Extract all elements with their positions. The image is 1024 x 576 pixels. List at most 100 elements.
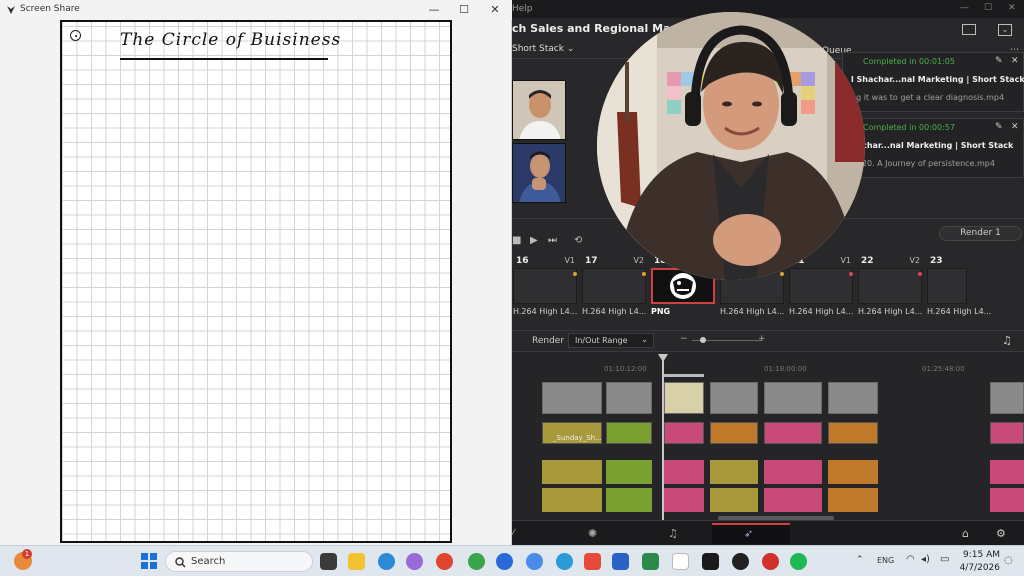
clip-number: 23 <box>930 256 943 266</box>
clip-22[interactable]: 22 V2 H.264 High L4... <box>857 254 926 322</box>
screen-share-logo-icon <box>7 6 15 14</box>
skip-forward-icon[interactable]: ⏭ <box>548 235 557 246</box>
spotify-icon[interactable] <box>790 553 807 570</box>
clip-17[interactable]: 17 V2 H.264 High L4... <box>581 254 650 322</box>
audio-clip[interactable] <box>606 460 652 484</box>
render-job-1[interactable]: Completed in 00:01:05 ✎ ✕ l Shachar...na… <box>842 52 1024 112</box>
davinci-resolve-icon[interactable] <box>702 553 719 570</box>
timeline-video-clip[interactable] <box>710 422 758 444</box>
render-button[interactable]: Render 1 <box>939 226 1022 241</box>
chrome-icon[interactable] <box>436 553 453 570</box>
excel-icon[interactable] <box>642 553 659 570</box>
zoom-out-icon[interactable]: − <box>680 334 688 344</box>
chevron-up-icon[interactable]: ⌃ <box>856 555 864 565</box>
fairlight-page-icon[interactable]: ♫ <box>668 527 678 540</box>
window-minimize-icon[interactable]: — <box>960 3 969 13</box>
timeline-video-clip[interactable] <box>828 422 878 444</box>
task-view-icon[interactable] <box>320 553 337 570</box>
edge-browser-icon[interactable] <box>378 553 395 570</box>
gear-icon[interactable]: ⚙ <box>996 527 1006 540</box>
chrome-profile-3-icon[interactable] <box>496 553 513 570</box>
taskbar-time[interactable]: 9:15 AM <box>960 550 1000 560</box>
audio-clip[interactable] <box>542 460 602 484</box>
close-button[interactable]: ✕ <box>485 3 505 17</box>
timeline-selector[interactable]: Short Stack ⌄ <box>512 44 574 54</box>
render-job-2[interactable]: Completed in 00:00:57 ✎ ✕ hachar...nal M… <box>842 118 1024 178</box>
zoom-slider-handle[interactable] <box>700 337 706 343</box>
language-indicator[interactable]: ENG <box>877 556 894 565</box>
video-clip[interactable] <box>764 382 822 414</box>
creative-app-icon[interactable] <box>584 553 601 570</box>
remove-job-icon[interactable]: ✕ <box>1011 122 1019 132</box>
render-range-select[interactable]: In/Out Range ⌄ <box>568 333 654 348</box>
window-close-icon[interactable]: ✕ <box>1008 3 1016 13</box>
volume-icon[interactable]: ◂) <box>921 554 930 565</box>
audio-clip[interactable] <box>990 460 1024 484</box>
recorder-app-icon[interactable] <box>762 553 779 570</box>
remove-job-icon[interactable]: ✕ <box>1011 56 1019 66</box>
video-clip[interactable] <box>828 382 878 414</box>
video-clip[interactable] <box>542 382 602 414</box>
clip-codec: PNG <box>651 307 671 316</box>
audio-clip[interactable] <box>664 488 704 512</box>
clip-thumbnail <box>582 268 646 304</box>
deliver-page-tab[interactable]: ➶ <box>712 523 790 544</box>
audio-clip[interactable] <box>606 488 652 512</box>
wifi-icon[interactable]: ◠ <box>906 554 915 565</box>
audio-note-icon[interactable]: ♫ <box>1002 334 1012 347</box>
notifications-bell-icon[interactable]: ◌ <box>1004 555 1013 566</box>
home-icon[interactable]: ⌂ <box>962 527 969 540</box>
chrome-profile-4-icon[interactable] <box>526 553 543 570</box>
window-maximize-icon[interactable]: ☐ <box>984 3 992 13</box>
video-clip[interactable] <box>664 382 704 414</box>
menu-help[interactable]: Help <box>512 4 533 14</box>
chrome-profile-2-icon[interactable] <box>468 553 485 570</box>
timeline-video-clip[interactable]: _Sunday_Sh... <box>542 422 602 444</box>
audio-clip[interactable] <box>764 460 822 484</box>
color-page-icon[interactable]: ✺ <box>588 527 597 540</box>
audio-clip[interactable] <box>828 460 878 484</box>
collapse-icon[interactable]: ⌄ <box>998 24 1012 36</box>
audio-clip[interactable] <box>710 488 758 512</box>
file-explorer-icon[interactable] <box>348 553 365 570</box>
timeline-video-clip[interactable] <box>764 422 822 444</box>
play-icon[interactable]: ▶ <box>530 235 538 246</box>
taskbar-date[interactable]: 4/7/2026 <box>956 563 1000 573</box>
timeline-video-clip[interactable] <box>606 422 652 444</box>
signal-app-icon[interactable] <box>556 553 573 570</box>
clip-track: V2 <box>633 256 644 265</box>
chevron-down-icon: ⌄ <box>566 44 575 54</box>
timeline-video-clip[interactable] <box>664 422 704 444</box>
obs-icon[interactable] <box>732 553 749 570</box>
zoom-in-icon[interactable]: + <box>758 334 766 344</box>
video-clip[interactable] <box>710 382 758 414</box>
clip-21[interactable]: 21 V1 H.264 High L4... <box>788 254 857 322</box>
loop-icon[interactable]: ⟲ <box>574 235 582 246</box>
battery-icon[interactable]: ▭ <box>940 554 949 565</box>
edit-pencil-icon[interactable]: ✎ <box>995 56 1003 66</box>
grid-paper-canvas[interactable]: The Circle of Buisiness <box>60 20 452 543</box>
audio-clip[interactable] <box>710 460 758 484</box>
edit-pencil-icon[interactable]: ✎ <box>995 122 1003 132</box>
timeline-video-clip[interactable] <box>990 422 1024 444</box>
minimize-button[interactable]: — <box>424 3 444 17</box>
audio-clip[interactable] <box>990 488 1024 512</box>
video-clip[interactable] <box>606 382 652 414</box>
clip-23[interactable]: 23 H.264 High L4... <box>926 254 995 322</box>
audio-clip[interactable] <box>828 488 878 512</box>
taskbar-search[interactable]: Search <box>165 551 313 572</box>
layout-icon[interactable] <box>962 24 976 35</box>
windows-start-icon[interactable] <box>141 553 157 569</box>
maximize-button[interactable]: ☐ <box>454 3 474 17</box>
screen-share-app-icon[interactable] <box>672 553 689 570</box>
copilot-icon[interactable] <box>406 553 423 570</box>
stop-icon[interactable]: ■ <box>512 235 521 246</box>
pen-tool-icon[interactable] <box>70 30 81 41</box>
audio-clip[interactable] <box>664 460 704 484</box>
audio-clip[interactable] <box>764 488 822 512</box>
audio-clip[interactable] <box>542 488 602 512</box>
video-clip[interactable] <box>990 382 1024 414</box>
outlook-icon[interactable] <box>612 553 629 570</box>
edit-page-icon[interactable]: ⁄ <box>512 527 514 540</box>
clip-16[interactable]: 16 V1 H.264 High L4... <box>512 254 581 322</box>
